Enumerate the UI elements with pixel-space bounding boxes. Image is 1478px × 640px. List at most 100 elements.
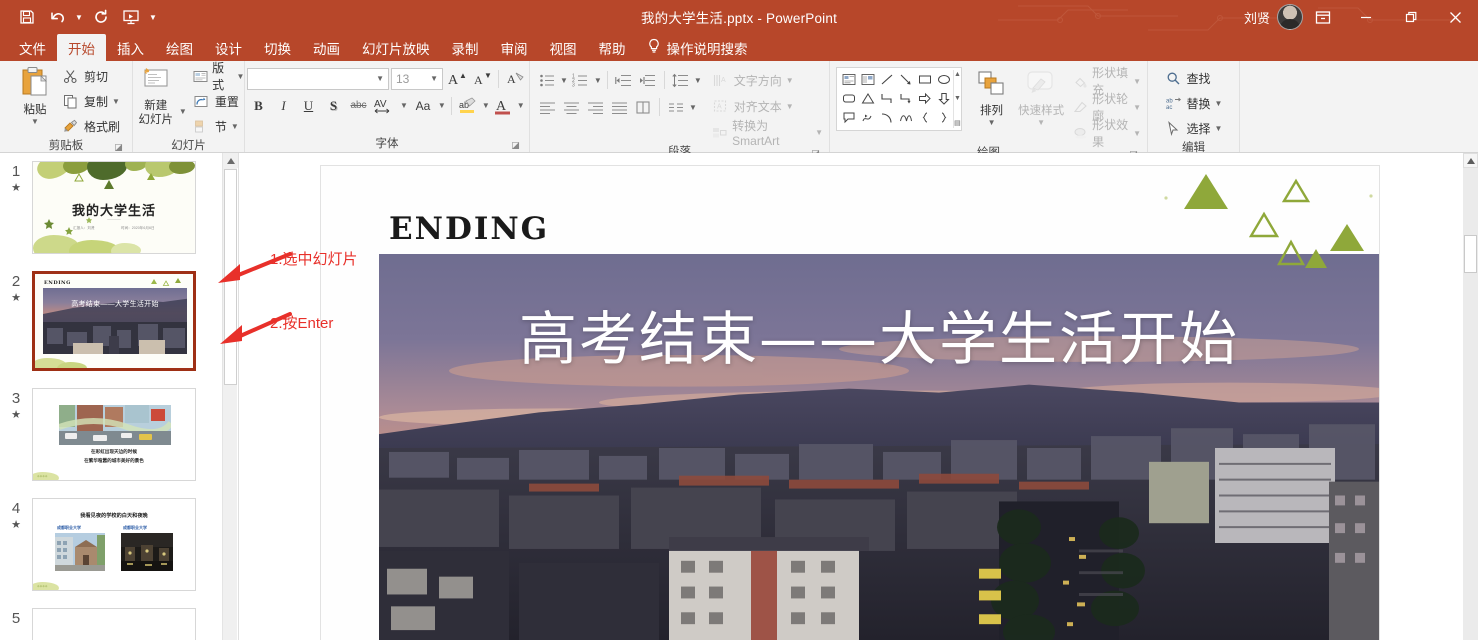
thumbnail-item-3[interactable]: 3 ★ 在彩虹出现天边的时候 在繁华喧嚣的城市美好的景色 ◆◆◆◆ xyxy=(0,388,222,481)
shapes-gallery[interactable]: ▲ ▼ ▤ xyxy=(836,67,962,131)
cut-button[interactable]: 剪切 xyxy=(62,64,120,88)
text-columns-caret-icon[interactable]: ▼ xyxy=(689,103,697,112)
shape-freeform-icon[interactable] xyxy=(858,108,877,127)
layout-button[interactable]: 版式 ▼ xyxy=(193,61,245,92)
convert-smartart-caret-icon[interactable]: ▼ xyxy=(815,128,823,137)
shape-oval-icon[interactable] xyxy=(934,70,953,89)
shape-line-icon[interactable] xyxy=(877,70,896,89)
thumbnail-slide-2[interactable]: ENDING 高考结束——大学生活开始 xyxy=(32,271,196,371)
slide-photo[interactable]: 高考结束——大学生活开始 xyxy=(379,254,1379,640)
slide-photo-caption[interactable]: 高考结束——大学生活开始 xyxy=(379,292,1379,376)
bullet-list-button[interactable] xyxy=(536,69,558,91)
ribbon-tab-bar[interactable]: 文件 开始 插入 绘图 设计 切换 动画 幻灯片放映 录制 审阅 视图 帮助 操… xyxy=(0,34,1478,61)
tab-animations[interactable]: 动画 xyxy=(302,34,351,61)
tab-review[interactable]: 审阅 xyxy=(490,34,539,61)
align-right-button[interactable] xyxy=(584,96,606,118)
underline-button[interactable]: U xyxy=(297,94,320,117)
italic-button[interactable]: I xyxy=(272,94,295,117)
line-spacing-button[interactable] xyxy=(670,69,692,91)
slide-scrollbar-thumb[interactable] xyxy=(1464,235,1477,273)
tab-transitions[interactable]: 切换 xyxy=(253,34,302,61)
account-name[interactable]: 刘贤 xyxy=(1244,8,1270,27)
replace-button[interactable]: ab ac 替换 ▼ xyxy=(1165,91,1223,115)
bold-button[interactable]: B xyxy=(247,94,270,117)
shape-effects-caret-icon[interactable]: ▼ xyxy=(1133,129,1141,138)
thumbnail-slide-1[interactable]: 我的大学生活 ———— 汇报人：刘贤 时间：2020年6月6日 xyxy=(32,161,196,254)
numbered-list-caret-icon[interactable]: ▼ xyxy=(594,76,602,85)
tell-me-search[interactable]: 操作说明搜索 xyxy=(637,34,758,61)
avatar[interactable] xyxy=(1277,4,1303,30)
shape-arrow-icon[interactable] xyxy=(896,70,915,89)
tab-design[interactable]: 设计 xyxy=(204,34,253,61)
character-spacing-caret-icon[interactable]: ▼ xyxy=(400,101,408,110)
columns-button[interactable] xyxy=(632,96,654,118)
arrange-button[interactable]: 排列 ▼ xyxy=(970,67,1013,127)
font-color-button[interactable]: A xyxy=(492,94,515,117)
font-name-input[interactable]: ▼ xyxy=(247,67,389,90)
find-button[interactable]: 查找 xyxy=(1165,66,1223,90)
select-caret-icon[interactable]: ▼ xyxy=(1215,124,1223,133)
tab-home[interactable]: 开始 xyxy=(57,34,106,61)
tab-record[interactable]: 录制 xyxy=(441,34,490,61)
change-case-button[interactable]: Aa xyxy=(410,94,436,117)
shape-rectangle-icon[interactable] xyxy=(915,70,934,89)
shape-fill-caret-icon[interactable]: ▼ xyxy=(1133,77,1141,86)
slide-scrollbar[interactable] xyxy=(1463,153,1478,640)
shape-elbow-connector-icon[interactable] xyxy=(877,89,896,108)
thumbnail-slide-5[interactable] xyxy=(32,608,196,640)
section-caret-icon[interactable]: ▼ xyxy=(231,122,239,131)
strikethrough-button[interactable]: abc xyxy=(347,94,370,117)
thumbnail-item-5[interactable]: 5 xyxy=(0,608,222,640)
restore-button[interactable] xyxy=(1388,0,1433,34)
tab-help[interactable]: 帮助 xyxy=(588,34,637,61)
close-button[interactable] xyxy=(1433,0,1478,34)
thumbnail-scroll-up-icon[interactable] xyxy=(223,153,238,168)
text-direction-caret-icon[interactable]: ▼ xyxy=(786,76,794,85)
shape-triangle-icon[interactable] xyxy=(858,89,877,108)
slideshow-icon[interactable] xyxy=(116,3,146,31)
arrange-caret-icon[interactable]: ▼ xyxy=(988,118,996,127)
current-slide[interactable]: ENDING 高考结束——大学生活开始 xyxy=(321,166,1379,640)
slide-scroll-up-icon[interactable] xyxy=(1463,153,1478,168)
select-button[interactable]: 选择 ▼ xyxy=(1165,116,1223,140)
thumbnail-item-2[interactable]: 2 ★ ENDING 高考结束——大学生活开始 xyxy=(0,271,222,371)
tab-insert[interactable]: 插入 xyxy=(106,34,155,61)
quick-access-toolbar[interactable]: ▼ ▼ xyxy=(0,3,160,31)
shape-callout-icon[interactable] xyxy=(839,108,858,127)
highlight-caret-icon[interactable]: ▼ xyxy=(482,101,490,110)
undo-icon[interactable] xyxy=(42,3,72,31)
format-painter-button[interactable]: 格式刷 xyxy=(62,114,120,138)
tab-slideshow[interactable]: 幻灯片放映 xyxy=(351,34,441,61)
font-dialog-launcher-icon[interactable]: ◪ xyxy=(510,140,521,151)
ribbon-display-options-icon[interactable] xyxy=(1303,0,1343,34)
align-text-caret-icon[interactable]: ▼ xyxy=(786,102,794,111)
align-center-button[interactable] xyxy=(560,96,582,118)
copy-button[interactable]: 复制 ▼ xyxy=(62,89,120,113)
clear-formatting-button[interactable]: A xyxy=(504,67,527,90)
thumbnail-scrollbar-thumb[interactable] xyxy=(224,169,237,385)
bullet-list-caret-icon[interactable]: ▼ xyxy=(560,76,568,85)
convert-smartart-button[interactable]: 转换为 SmartArt ▼ xyxy=(712,119,823,148)
shape-elbow-arrow-icon[interactable] xyxy=(896,89,915,108)
tab-draw[interactable]: 绘图 xyxy=(155,34,204,61)
text-columns-button[interactable] xyxy=(665,96,687,118)
new-slide-caret-icon[interactable]: ▼ xyxy=(179,107,187,116)
shape-arc-icon[interactable] xyxy=(877,108,896,127)
thumbnail-pane-scrollbar[interactable] xyxy=(222,153,238,640)
slide-title-text[interactable]: ENDING xyxy=(389,211,549,247)
undo-dropdown-caret[interactable]: ▼ xyxy=(72,3,86,31)
shape-down-arrow-icon[interactable] xyxy=(934,89,953,108)
paste-caret-icon[interactable]: ▼ xyxy=(31,117,39,126)
text-direction-button[interactable]: A 文字方向 ▼ xyxy=(712,68,823,92)
shapes-scroll-up-icon[interactable]: ▲ xyxy=(954,71,961,78)
thumbnail-item-4[interactable]: 4 ★ 我看见夜的学校的白天和夜晚 成都职业大学 成都职业大学 ◆◆◆◆ xyxy=(0,498,222,591)
font-color-caret-icon[interactable]: ▼ xyxy=(517,101,525,110)
thumbnail-slide-4[interactable]: 我看见夜的学校的白天和夜晚 成都职业大学 成都职业大学 ◆◆◆◆ xyxy=(32,498,196,591)
change-case-caret-icon[interactable]: ▼ xyxy=(438,101,446,110)
tab-view[interactable]: 视图 xyxy=(539,34,588,61)
layout-caret-icon[interactable]: ▼ xyxy=(237,72,245,81)
shape-textbox-icon[interactable] xyxy=(839,70,858,89)
font-size-input[interactable]: 13 ▼ xyxy=(391,67,443,90)
minimize-button[interactable] xyxy=(1343,0,1388,34)
reset-button[interactable]: 重置 xyxy=(193,89,245,113)
